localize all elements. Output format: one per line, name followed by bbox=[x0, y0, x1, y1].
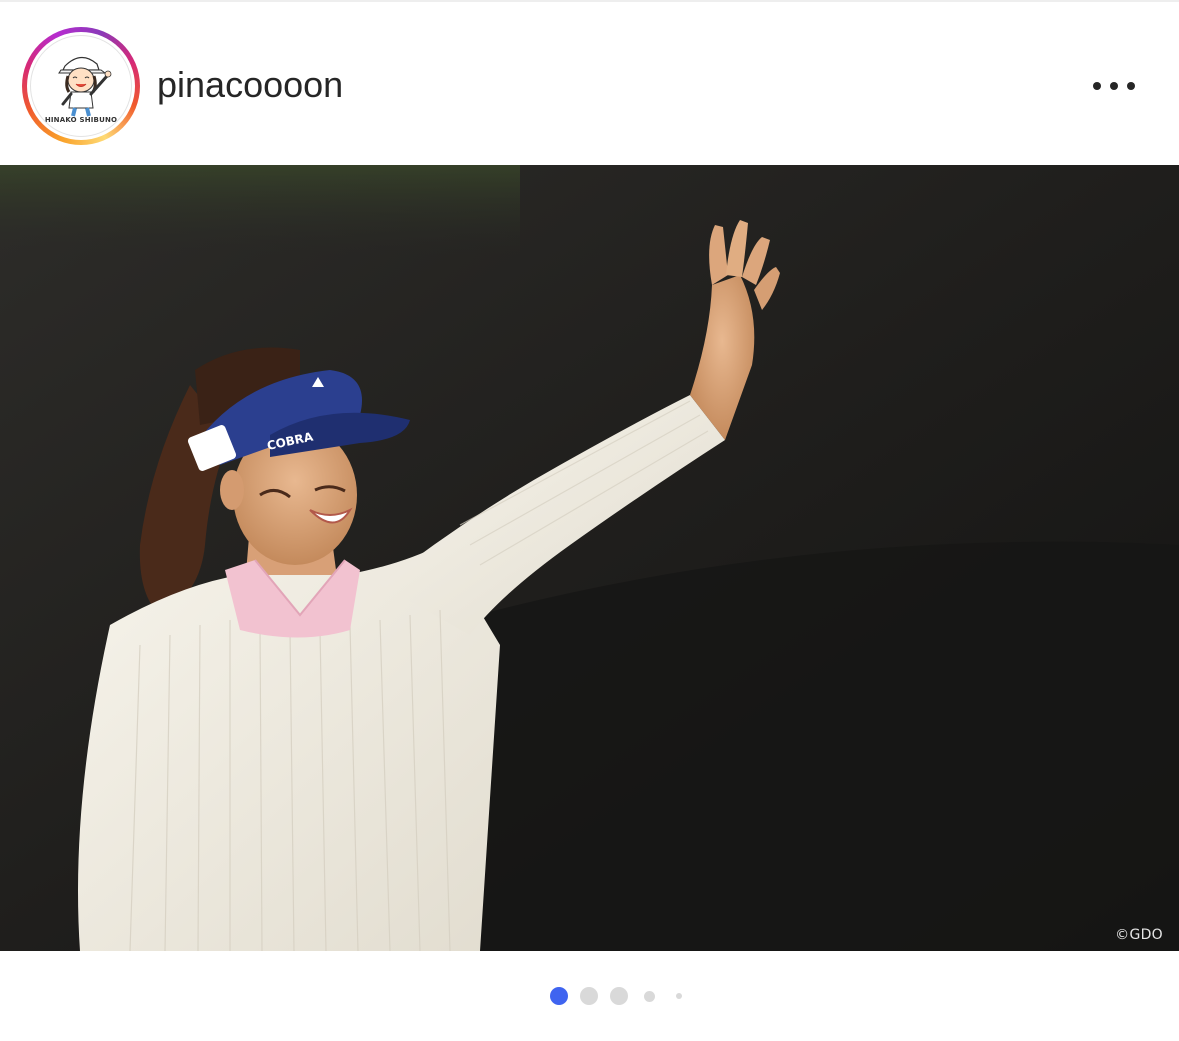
carousel-dot[interactable] bbox=[644, 991, 655, 1002]
more-horizontal-icon bbox=[1093, 82, 1101, 90]
post-header: HINAKO SHIBUNO pinacoooon bbox=[0, 2, 1179, 165]
carousel-dot-active[interactable] bbox=[550, 987, 568, 1005]
more-horizontal-icon bbox=[1127, 82, 1135, 90]
carousel-indicator bbox=[0, 951, 1179, 1041]
more-options-button[interactable] bbox=[1084, 68, 1144, 104]
post-photo[interactable]: COBRA ©GDO bbox=[0, 165, 1179, 951]
story-ring[interactable]: HINAKO SHIBUNO bbox=[22, 27, 140, 145]
more-horizontal-icon bbox=[1110, 82, 1118, 90]
carousel-dot[interactable] bbox=[610, 987, 628, 1005]
carousel-dot[interactable] bbox=[580, 987, 598, 1005]
avatar-frame: HINAKO SHIBUNO bbox=[27, 32, 135, 140]
photo-watermark: ©GDO bbox=[1115, 927, 1163, 943]
carousel-dot[interactable] bbox=[676, 993, 682, 999]
avatar-caption: HINAKO SHIBUNO bbox=[44, 116, 118, 124]
avatar[interactable]: HINAKO SHIBUNO bbox=[30, 35, 132, 137]
photo-illustration: COBRA bbox=[0, 165, 1179, 951]
username-link[interactable]: pinacoooon bbox=[157, 64, 343, 106]
